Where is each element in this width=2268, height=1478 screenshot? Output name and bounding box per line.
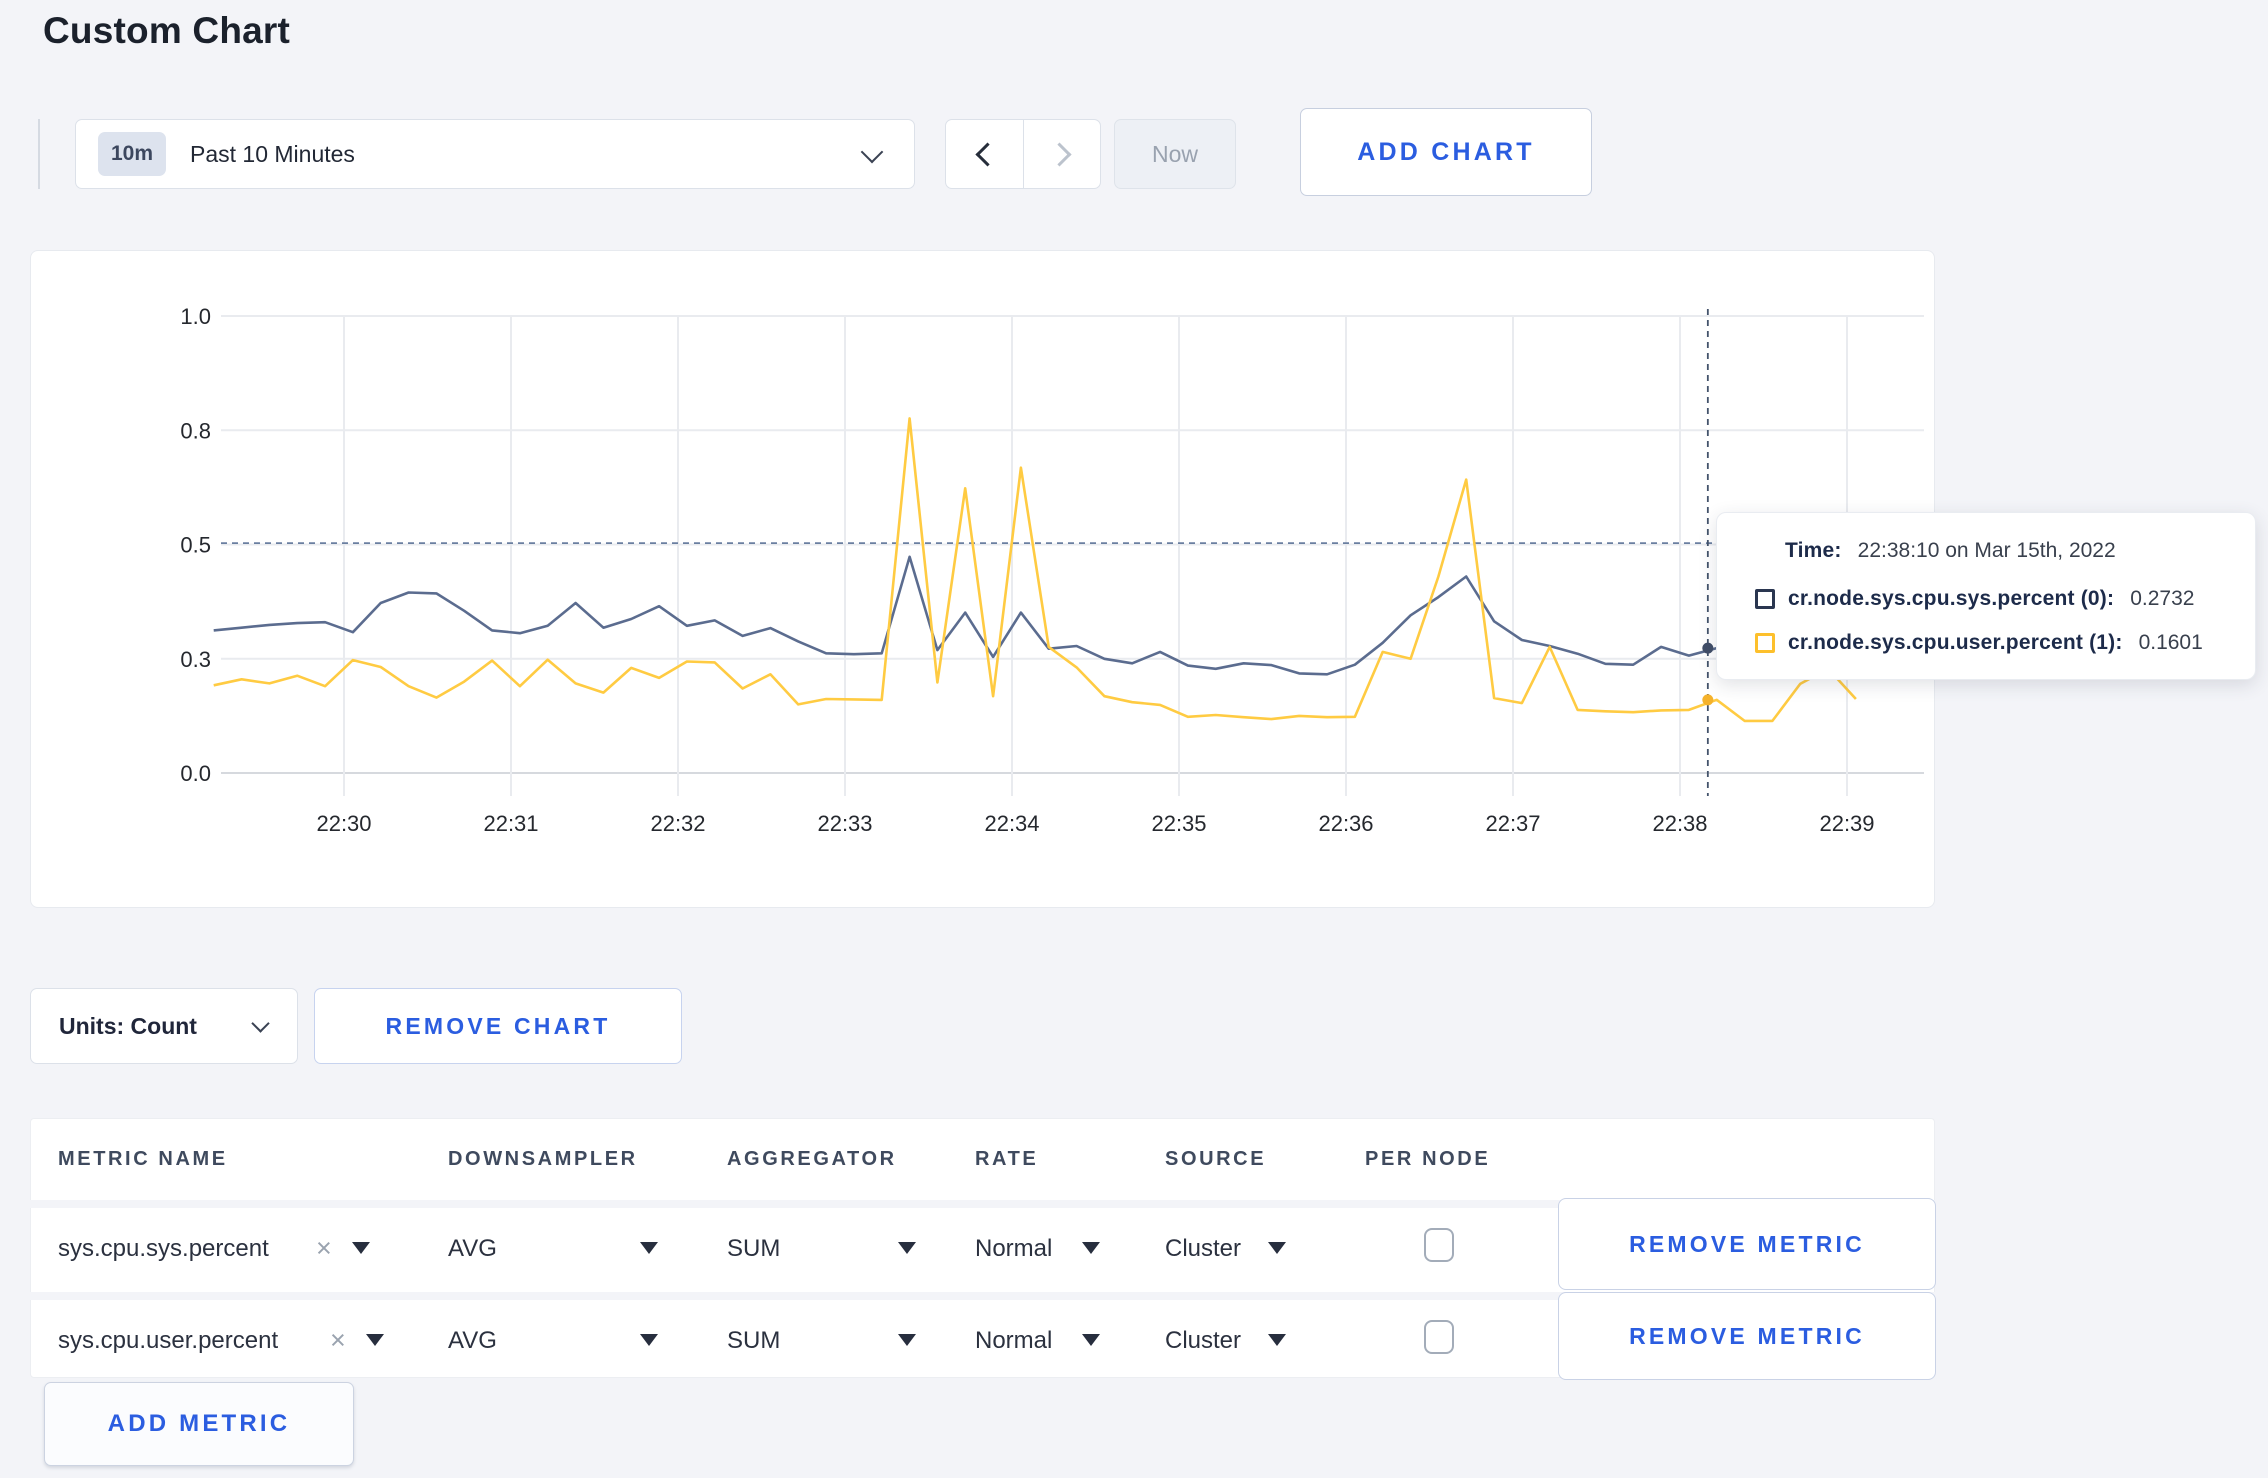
dropdown-caret-icon [1268, 1242, 1286, 1254]
remove-metric-button[interactable]: REMOVE METRIC [1558, 1292, 1936, 1380]
x-axis-tick-label: 22:30 [316, 811, 371, 836]
y-axis-tick-label: 0.0 [180, 761, 211, 786]
series-user-swatch-icon [1755, 633, 1775, 653]
column-header-rate: RATE [975, 1148, 1039, 1170]
units-dropdown[interactable]: Units: Count [30, 988, 298, 1064]
page-title: Custom Chart [43, 10, 291, 51]
chart-tooltip: Time: 22:38:10 on Mar 15th, 2022 cr.node… [1716, 512, 2256, 680]
x-axis-tick-label: 22:32 [650, 811, 705, 836]
aggregator-select[interactable]: SUM [727, 1235, 780, 1263]
time-nav-group [945, 119, 1101, 189]
per-node-checkbox[interactable] [1424, 1228, 1454, 1262]
downsampler-select[interactable]: AVG [448, 1327, 497, 1355]
series-line-1 [213, 417, 1857, 723]
chart-card: 0.0 0.3 0.5 0.8 1.0 22:30 22:31 22:32 22:33 22:34… [30, 250, 1935, 908]
y-axis-tick-label: 0.5 [180, 533, 211, 558]
remove-chart-button[interactable]: REMOVE CHART [314, 988, 682, 1064]
chevron-down-icon [251, 1014, 270, 1033]
tooltip-series-sys-value: 0.2732 [2130, 587, 2195, 610]
add-metric-button[interactable]: ADD METRIC [44, 1382, 354, 1466]
dropdown-caret-icon [640, 1334, 658, 1346]
series-line-0 [213, 555, 1856, 676]
dropdown-caret-icon [1268, 1334, 1286, 1346]
rate-select[interactable]: Normal [975, 1235, 1052, 1263]
metric-name-select[interactable]: sys.cpu.sys.percent [58, 1235, 269, 1263]
remove-metric-x-icon[interactable]: × [316, 1235, 332, 1262]
x-axis-tick-label: 22:38 [1652, 811, 1707, 836]
column-header-source: SOURCE [1165, 1148, 1267, 1170]
add-chart-button[interactable]: ADD CHART [1300, 108, 1592, 196]
column-header-aggregator: AGGREGATOR [727, 1148, 897, 1170]
column-header-per-node: PER NODE [1365, 1148, 1491, 1170]
remove-metric-button[interactable]: REMOVE METRIC [1558, 1198, 1936, 1290]
units-label: Units: Count [59, 1012, 197, 1039]
x-axis-tick-label: 22:36 [1318, 811, 1373, 836]
dropdown-caret-icon [898, 1242, 916, 1254]
chevron-left-icon [975, 141, 1000, 167]
per-node-checkbox[interactable] [1424, 1320, 1454, 1354]
x-axis-tick-label: 22:35 [1151, 811, 1206, 836]
column-header-metric-name: METRIC NAME [58, 1148, 228, 1170]
aggregator-select[interactable]: SUM [727, 1327, 780, 1355]
y-axis-tick-label: 1.0 [180, 304, 211, 329]
x-axis-tick-label: 22:34 [984, 811, 1039, 836]
metric-name-select[interactable]: sys.cpu.user.percent [58, 1327, 278, 1355]
prev-range-button[interactable] [946, 120, 1023, 188]
rate-select[interactable]: Normal [975, 1327, 1052, 1355]
time-range-dropdown[interactable]: 10m Past 10 Minutes [75, 119, 915, 189]
dropdown-caret-icon [640, 1242, 658, 1254]
tooltip-series-user-label: cr.node.sys.cpu.user.percent (1): [1788, 631, 2123, 654]
x-axis-tick-label: 22:39 [1819, 811, 1874, 836]
chevron-down-icon [860, 140, 884, 164]
column-header-downsampler: DOWNSAMPLER [448, 1148, 638, 1170]
custom-chart-page: Custom Chart 10m Past 10 Minutes Now ADD… [0, 0, 2268, 1478]
crosshair-dot-1 [1702, 694, 1714, 706]
dropdown-caret-icon [1082, 1242, 1100, 1254]
next-range-button[interactable] [1023, 120, 1100, 188]
series-sys-swatch-icon [1755, 589, 1775, 609]
tooltip-time-value: 22:38:10 on Mar 15th, 2022 [1857, 539, 2116, 562]
dropdown-caret-icon [1082, 1334, 1100, 1346]
source-select[interactable]: Cluster [1165, 1235, 1241, 1263]
x-axis-tick-label: 22:31 [483, 811, 538, 836]
tooltip-series-user-value: 0.1601 [2138, 631, 2203, 654]
downsampler-select[interactable]: AVG [448, 1235, 497, 1263]
chevron-right-icon [1046, 141, 1072, 167]
tooltip-time-label: Time: [1785, 539, 1842, 562]
timeseries-chart[interactable]: 0.0 0.3 0.5 0.8 1.0 22:30 22:31 22:32 22:33 22:34… [31, 251, 1936, 909]
x-axis-tick-label: 22:37 [1485, 811, 1540, 836]
y-axis-tick-label: 0.3 [180, 647, 211, 672]
toolbar-divider [38, 119, 40, 189]
remove-metric-x-icon[interactable]: × [330, 1327, 346, 1354]
crosshair-dot-0 [1702, 642, 1714, 654]
source-select[interactable]: Cluster [1165, 1327, 1241, 1355]
now-button[interactable]: Now [1114, 119, 1236, 189]
tooltip-series-sys-label: cr.node.sys.cpu.sys.percent (0): [1788, 587, 2115, 610]
dropdown-caret-icon [898, 1334, 916, 1346]
dropdown-caret-icon [352, 1242, 370, 1254]
y-axis-tick-label: 0.8 [180, 418, 211, 443]
x-axis-tick-label: 22:33 [817, 811, 872, 836]
dropdown-caret-icon [366, 1334, 384, 1346]
time-range-badge: 10m [98, 132, 166, 176]
time-range-label: Past 10 Minutes [190, 140, 355, 167]
